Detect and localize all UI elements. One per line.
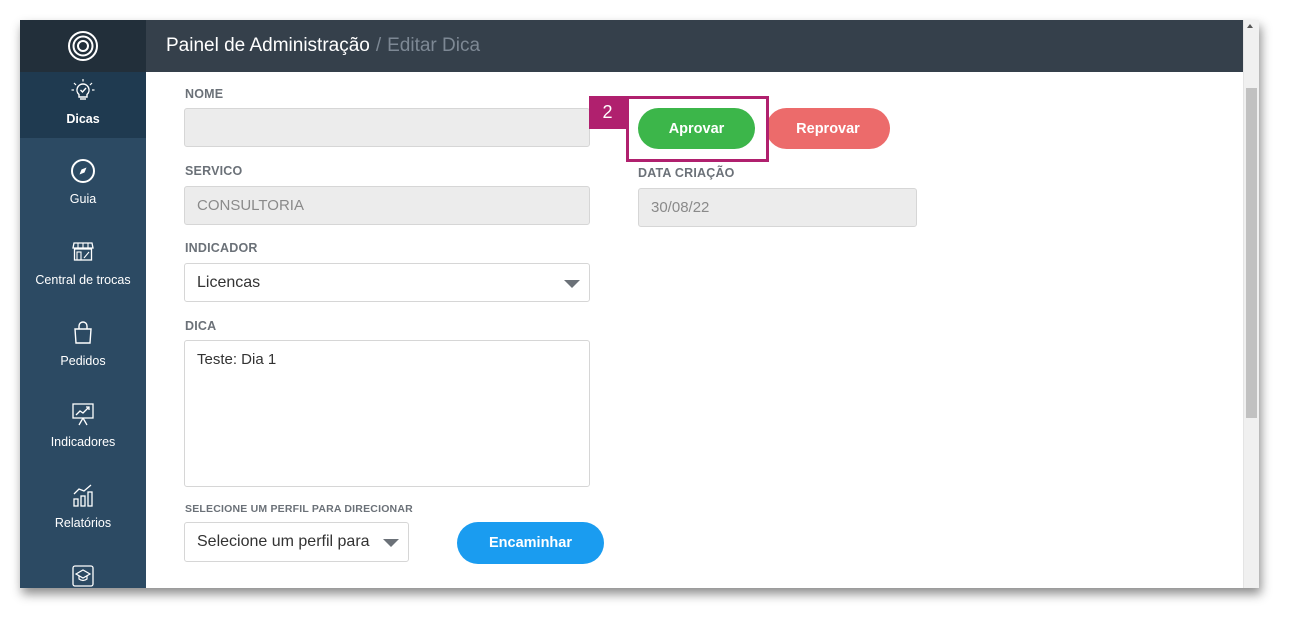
- chevron-down-icon: [564, 280, 580, 288]
- logo[interactable]: [20, 20, 146, 72]
- data-criacao-label: DATA CRIAÇÃO: [638, 166, 735, 180]
- indicador-selected-value: Licencas: [197, 273, 261, 291]
- scrollbar-thumb[interactable]: [1246, 88, 1257, 418]
- indicador-select[interactable]: Licencas: [184, 263, 590, 302]
- presentation-chart-icon: [72, 403, 94, 426]
- sidebar-item-label: Guia: [69, 192, 97, 206]
- dica-textarea[interactable]: Teste: Dia 1: [184, 340, 590, 487]
- step-number-badge: 2: [589, 96, 626, 129]
- sidebar-item-relatorios[interactable]: Relatórios: [20, 470, 146, 551]
- sidebar-item-indicadores[interactable]: Indicadores: [20, 389, 146, 470]
- lightbulb-icon: [71, 79, 95, 100]
- sidebar-item-label: Pedidos: [60, 354, 106, 368]
- breadcrumb-root[interactable]: Painel de Administração: [166, 35, 370, 57]
- nome-field[interactable]: [184, 108, 590, 147]
- encaminhar-button[interactable]: Encaminhar: [457, 522, 604, 564]
- sidebar-item-guia[interactable]: Guia: [20, 146, 146, 227]
- servico-label: SERVICO: [185, 164, 243, 178]
- servico-field[interactable]: CONSULTORIA: [184, 186, 590, 225]
- sidebar-item-label: Indicadores: [50, 435, 116, 449]
- sidebar-item-label: Relatórios: [54, 516, 112, 530]
- breadcrumb-current: Editar Dica: [387, 35, 481, 56]
- logo-icon: [68, 31, 98, 61]
- app-window: Dicas Guia Central de trocas Pedidos Ind…: [20, 20, 1259, 588]
- sidebar-item-central-de-trocas[interactable]: Central de trocas: [20, 227, 146, 308]
- chevron-down-icon: [383, 539, 399, 547]
- data-criacao-field[interactable]: 30/08/22: [638, 188, 917, 227]
- sidebar: Dicas Guia Central de trocas Pedidos Ind…: [20, 20, 146, 588]
- perfil-select[interactable]: Selecione um perfil para: [184, 522, 409, 562]
- breadcrumb-separator: /: [375, 35, 382, 56]
- sidebar-item-dicas[interactable]: Dicas: [20, 72, 146, 138]
- storefront-icon: [72, 242, 94, 261]
- indicador-label: INDICADOR: [185, 241, 258, 255]
- nome-label: NOME: [185, 87, 224, 101]
- perfil-label: SELECIONE UM PERFIL PARA DIRECIONAR: [185, 503, 413, 515]
- bar-chart-icon: [73, 484, 93, 507]
- scroll-up-arrow-icon[interactable]: [1247, 24, 1253, 28]
- page-header: Painel de Administração / Editar Dica: [146, 20, 1243, 72]
- sidebar-item-cursos[interactable]: [20, 551, 146, 588]
- shopping-bag-icon: [74, 321, 92, 344]
- sidebar-item-pedidos[interactable]: Pedidos: [20, 308, 146, 389]
- dica-label: DICA: [185, 319, 217, 333]
- graduation-cap-icon: [72, 565, 94, 587]
- compass-icon: [71, 159, 95, 183]
- perfil-selected-value: Selecione um perfil para: [197, 533, 370, 550]
- reprovar-button[interactable]: Reprovar: [766, 108, 890, 149]
- sidebar-item-label: Dicas: [66, 112, 100, 126]
- step-highlight-box: [626, 96, 769, 162]
- sidebar-item-label: Central de trocas: [35, 273, 131, 287]
